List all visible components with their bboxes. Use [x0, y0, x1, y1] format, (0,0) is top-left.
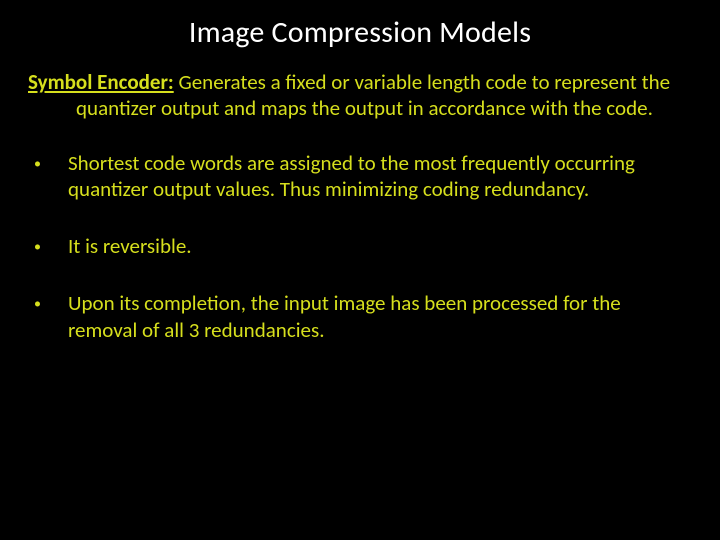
bullet-icon: • [28, 233, 68, 256]
list-item: • Upon its completion, the input image h… [28, 290, 692, 344]
intro-label: Symbol Encoder: [28, 69, 174, 95]
list-item-text: Upon its completion, the input image has… [68, 290, 692, 344]
intro-paragraph: Symbol Encoder: Generates a fixed or var… [28, 69, 692, 122]
bullet-icon: • [28, 150, 68, 173]
slide: Image Compression Models Symbol Encoder:… [0, 0, 720, 540]
list-item: • It is reversible. [28, 233, 692, 260]
list-item-text: Shortest code words are assigned to the … [68, 150, 692, 204]
list-item-text: It is reversible. [68, 233, 692, 260]
bullet-list: • Shortest code words are assigned to th… [28, 150, 692, 344]
bullet-icon: • [28, 290, 68, 313]
slide-title: Image Compression Models [28, 14, 692, 51]
list-item: • Shortest code words are assigned to th… [28, 150, 692, 204]
